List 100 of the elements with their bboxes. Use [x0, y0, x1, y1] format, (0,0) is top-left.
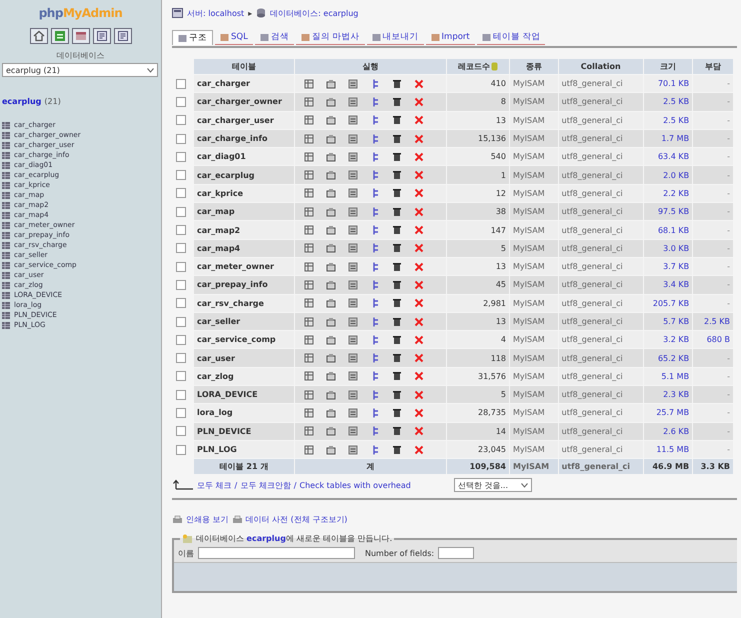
- row-checkbox[interactable]: [176, 115, 186, 126]
- tab[interactable]: 내보내기: [366, 30, 424, 45]
- size-link[interactable]: 65.2 KB: [644, 349, 692, 367]
- name-input[interactable]: [198, 547, 355, 560]
- size-link[interactable]: 205.7 KB: [644, 294, 692, 312]
- size-link[interactable]: 63.4 KB: [644, 148, 692, 166]
- size-link[interactable]: 5.1 MB: [644, 368, 692, 386]
- action-icon[interactable]: [392, 243, 402, 254]
- row-checkbox[interactable]: [176, 96, 186, 107]
- delete-icon[interactable]: [414, 334, 424, 345]
- row-checkbox[interactable]: [176, 206, 186, 217]
- action-icon[interactable]: [392, 444, 402, 455]
- row-checkbox[interactable]: [176, 262, 186, 272]
- size-link[interactable]: 70.1 KB: [644, 75, 692, 92]
- delete-icon[interactable]: [414, 152, 424, 162]
- delete-icon[interactable]: [414, 96, 424, 107]
- row-checkbox[interactable]: [176, 408, 186, 418]
- delete-icon[interactable]: [414, 225, 424, 236]
- row-checkbox[interactable]: [176, 371, 186, 382]
- toolbar-button[interactable]: [72, 28, 90, 44]
- tab[interactable]: 질의 마법사: [296, 30, 365, 45]
- action-icon[interactable]: [326, 225, 336, 236]
- action-icon[interactable]: [392, 390, 402, 400]
- row-checkbox[interactable]: [176, 243, 186, 254]
- bulk-link[interactable]: Check tables with overhead: [300, 480, 411, 490]
- table-icon[interactable]: [2, 162, 10, 168]
- size-link[interactable]: 2.0 KB: [644, 166, 692, 184]
- row-checkbox[interactable]: [176, 170, 186, 180]
- action-icon[interactable]: [326, 371, 336, 382]
- size-link[interactable]: 3.2 KB: [644, 331, 692, 348]
- row-checkbox[interactable]: [176, 334, 186, 345]
- row-checkbox[interactable]: [176, 188, 186, 198]
- row-checkbox[interactable]: [176, 353, 186, 364]
- table-icon[interactable]: [2, 152, 10, 158]
- action-icon[interactable]: [392, 115, 402, 126]
- table-name[interactable]: LORA_DEVICE: [194, 386, 294, 404]
- tab[interactable]: 검색: [254, 30, 294, 45]
- action-icon[interactable]: [392, 78, 402, 89]
- table-name[interactable]: car_user: [194, 349, 294, 367]
- table-name[interactable]: car_map: [194, 203, 294, 220]
- delete-icon[interactable]: [414, 78, 424, 89]
- delete-icon[interactable]: [414, 316, 424, 326]
- table-icon[interactable]: [2, 132, 10, 138]
- size-link[interactable]: 1.7 MB: [644, 130, 692, 148]
- action-icon[interactable]: [392, 298, 402, 308]
- toolbar-button[interactable]: [114, 28, 132, 44]
- action-icon[interactable]: [326, 298, 336, 308]
- size-link[interactable]: 3.4 KB: [644, 276, 692, 294]
- table-icon[interactable]: [2, 232, 10, 238]
- delete-icon[interactable]: [414, 371, 424, 382]
- row-checkbox[interactable]: [176, 426, 186, 436]
- row-checkbox[interactable]: [176, 390, 186, 400]
- size-link[interactable]: 2.5 KB: [644, 93, 692, 111]
- table-icon[interactable]: [2, 142, 10, 148]
- database-link[interactable]: ecarplug: [2, 97, 42, 106]
- action-icon[interactable]: [392, 188, 402, 198]
- delete-icon[interactable]: [414, 426, 424, 436]
- size-link[interactable]: 2.5 KB: [644, 112, 692, 129]
- tab[interactable]: 테이블 작업: [476, 30, 546, 45]
- delete-icon[interactable]: [414, 134, 424, 144]
- size-link[interactable]: 5.7 KB: [644, 312, 692, 330]
- table-name[interactable]: car_charger_owner: [194, 93, 294, 111]
- delete-icon[interactable]: [414, 353, 424, 364]
- size-link[interactable]: 2.6 KB: [644, 422, 692, 440]
- row-checkbox[interactable]: [176, 134, 186, 144]
- table-icon[interactable]: [2, 272, 10, 278]
- row-checkbox[interactable]: [176, 78, 186, 89]
- action-icon[interactable]: [326, 334, 336, 345]
- logo-text[interactable]: php: [38, 6, 63, 20]
- tab[interactable]: 구조: [172, 30, 213, 45]
- table-icon[interactable]: [2, 182, 10, 188]
- action-icon[interactable]: [392, 134, 402, 144]
- table-icon[interactable]: [2, 192, 10, 198]
- action-select[interactable]: 선택한 것을...: [454, 478, 532, 492]
- action-icon[interactable]: [392, 225, 402, 236]
- table-name[interactable]: car_ecarplug: [194, 166, 294, 184]
- table-icon[interactable]: [2, 302, 10, 308]
- row-checkbox[interactable]: [176, 280, 186, 290]
- table-icon[interactable]: [2, 212, 10, 218]
- table-icon[interactable]: [2, 242, 10, 248]
- action-icon[interactable]: [326, 408, 336, 418]
- size-link[interactable]: 11.5 MB: [644, 440, 692, 458]
- column-header[interactable]: 레코드수: [447, 59, 509, 74]
- table-name[interactable]: car_kprice: [194, 184, 294, 202]
- table-name[interactable]: car_service_comp: [194, 331, 294, 348]
- action-icon[interactable]: [392, 280, 402, 290]
- action-icon[interactable]: [326, 262, 336, 272]
- toolbar-button[interactable]: [30, 28, 48, 44]
- delete-icon[interactable]: [414, 262, 424, 272]
- row-checkbox[interactable]: [176, 316, 186, 326]
- action-icon[interactable]: [392, 334, 402, 345]
- action-icon[interactable]: [392, 170, 402, 180]
- table-name[interactable]: car_zlog: [194, 368, 294, 386]
- server-link[interactable]: 서버: localhost: [187, 8, 244, 18]
- action-icon[interactable]: [392, 371, 402, 382]
- database-link[interactable]: 데이터베이스: ecarplug: [270, 8, 358, 18]
- toolbar-button[interactable]: [50, 28, 68, 44]
- row-checkbox[interactable]: [176, 444, 186, 455]
- size-link[interactable]: 2.3 KB: [644, 386, 692, 404]
- action-icon[interactable]: [326, 115, 336, 126]
